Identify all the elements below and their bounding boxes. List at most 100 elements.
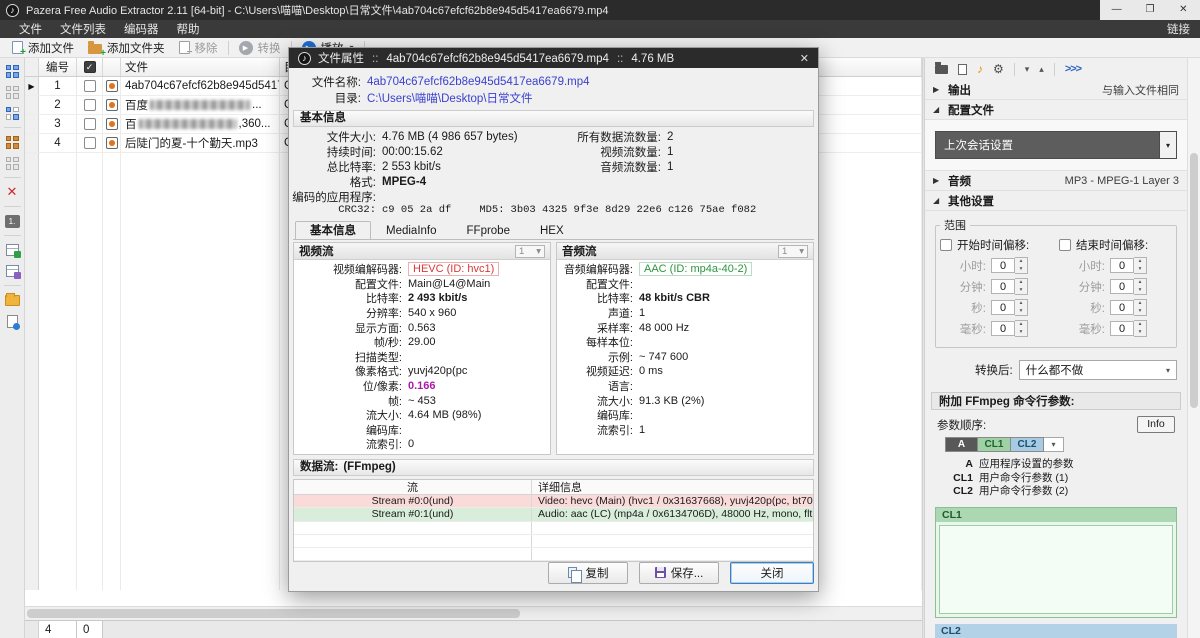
invert-selection-button[interactable] bbox=[3, 104, 22, 122]
chevron-down-icon[interactable]: ▾ bbox=[1025, 64, 1030, 75]
section-other[interactable]: ◢ 其他设置 bbox=[925, 191, 1187, 211]
check-group-button[interactable] bbox=[3, 133, 22, 151]
row-checkbox[interactable] bbox=[84, 80, 96, 92]
spin-up-icon[interactable]: ▴ bbox=[1015, 300, 1027, 308]
file-name-link[interactable]: 4ab704c67efcf62b8e945d5417ea6679.mp4 bbox=[367, 76, 590, 88]
row-checkbox[interactable] bbox=[84, 99, 96, 111]
stream-table-row[interactable]: Stream #0:1(und)Audio: aac (LC) (mp4a / … bbox=[294, 508, 813, 522]
info-button[interactable]: Info bbox=[1137, 416, 1175, 433]
row-checkbox[interactable] bbox=[84, 118, 96, 130]
open-folder-button[interactable] bbox=[3, 291, 22, 309]
spin-up-icon[interactable]: ▴ bbox=[1134, 300, 1146, 308]
spin-up-icon[interactable]: ▴ bbox=[1015, 279, 1027, 287]
minimize-button[interactable]: — bbox=[1100, 0, 1133, 20]
spinner-buttons[interactable]: ▴▾ bbox=[1015, 320, 1028, 337]
audio-stream-selector[interactable]: 1▾ bbox=[778, 245, 808, 258]
copy-button[interactable]: 复制 bbox=[548, 562, 628, 584]
spinner-buttons[interactable]: ▴▾ bbox=[1015, 299, 1028, 316]
spin-up-icon[interactable]: ▴ bbox=[1015, 321, 1027, 329]
convert-button[interactable]: ▶ 转换 bbox=[232, 39, 288, 57]
header-checkbox[interactable]: ✓ bbox=[84, 61, 96, 73]
horizontal-scrollbar[interactable] bbox=[25, 606, 922, 620]
menu-file[interactable]: 文件 bbox=[10, 21, 51, 37]
scrollbar-thumb[interactable] bbox=[1190, 153, 1198, 408]
spinner-buttons[interactable]: ▴▾ bbox=[1134, 278, 1147, 295]
section-output[interactable]: ▶ 输出 与输入文件相同 bbox=[925, 80, 1187, 100]
spin-down-icon[interactable]: ▾ bbox=[1134, 266, 1146, 274]
video-stream-selector[interactable]: 1▾ bbox=[515, 245, 545, 258]
gear-icon[interactable]: ⚙ bbox=[993, 62, 1004, 76]
spinner-buttons[interactable]: ▴▾ bbox=[1015, 278, 1028, 295]
file-dir-link[interactable]: C:\Users\喵喵\Desktop\日常文件 bbox=[367, 90, 533, 106]
scrollbar-thumb[interactable] bbox=[27, 609, 520, 618]
remove-files-button[interactable]: ✕ bbox=[3, 183, 22, 201]
menu-links[interactable]: 链接 bbox=[1167, 21, 1190, 37]
after-convert-select[interactable]: 什么都不做 ▾ bbox=[1019, 360, 1177, 380]
menu-file-list[interactable]: 文件列表 bbox=[51, 21, 115, 37]
spin-down-icon[interactable]: ▾ bbox=[1015, 308, 1027, 316]
spinner-value[interactable]: 0 bbox=[1110, 321, 1134, 336]
vertical-scrollbar[interactable] bbox=[1187, 58, 1200, 638]
dropdown-arrow-icon[interactable]: ▾ bbox=[1159, 132, 1176, 158]
spin-up-icon[interactable]: ▴ bbox=[1134, 321, 1146, 329]
add-files-button[interactable]: + 添加文件 bbox=[5, 39, 81, 57]
file-properties-button[interactable] bbox=[3, 312, 22, 330]
spin-down-icon[interactable]: ▾ bbox=[1134, 308, 1146, 316]
deselect-all-button[interactable] bbox=[3, 83, 22, 101]
spinner-value[interactable]: 0 bbox=[1110, 258, 1134, 273]
section-profile[interactable]: ◢ 配置文件 bbox=[925, 100, 1187, 120]
tab-mediainfo[interactable]: MediaInfo bbox=[371, 221, 452, 239]
spin-up-icon[interactable]: ▴ bbox=[1134, 279, 1146, 287]
expand-all-icon[interactable]: >>> bbox=[1065, 63, 1081, 75]
segment-cl2[interactable]: CL2 bbox=[1011, 437, 1044, 452]
section-audio[interactable]: ▶ 音频 MP3 - MPEG-1 Layer 3 bbox=[925, 171, 1187, 191]
spin-down-icon[interactable]: ▾ bbox=[1015, 329, 1027, 337]
remove-button[interactable]: − 移除 bbox=[172, 39, 225, 57]
folder-icon[interactable] bbox=[935, 65, 948, 74]
menu-encoders[interactable]: 编码器 bbox=[115, 21, 168, 37]
tab-hex[interactable]: HEX bbox=[525, 221, 579, 239]
spinner-buttons[interactable]: ▴▾ bbox=[1015, 257, 1028, 274]
spinner-value[interactable]: 0 bbox=[1110, 279, 1134, 294]
menu-help[interactable]: 帮助 bbox=[168, 21, 209, 37]
music-note-icon[interactable]: ♪ bbox=[977, 62, 983, 76]
uncheck-group-button[interactable] bbox=[3, 154, 22, 172]
stream-table-row[interactable]: Stream #0:0(und)Video: hevc (Main) (hvc1… bbox=[294, 495, 813, 509]
chevron-up-icon[interactable]: ▴ bbox=[1039, 64, 1044, 75]
save-button[interactable]: 保存... bbox=[639, 562, 719, 584]
spinner-value[interactable]: 0 bbox=[991, 258, 1015, 273]
spinner-buttons[interactable]: ▴▾ bbox=[1134, 257, 1147, 274]
maximize-button[interactable]: ❐ bbox=[1133, 0, 1166, 20]
segment-dropdown[interactable]: ▾ bbox=[1044, 437, 1064, 452]
tab-ffprobe[interactable]: FFprobe bbox=[452, 221, 525, 239]
export-list-button[interactable] bbox=[3, 241, 22, 259]
spin-up-icon[interactable]: ▴ bbox=[1015, 258, 1027, 266]
close-button[interactable]: ✕ bbox=[1167, 0, 1200, 20]
spinner-value[interactable]: 0 bbox=[991, 279, 1015, 294]
spin-up-icon[interactable]: ▴ bbox=[1134, 258, 1146, 266]
spinner-buttons[interactable]: ▴▾ bbox=[1134, 320, 1147, 337]
segment-cl1[interactable]: CL1 bbox=[978, 437, 1011, 452]
document-icon[interactable] bbox=[958, 64, 967, 75]
column-number[interactable]: 编号 bbox=[39, 58, 77, 76]
tab-basic-info[interactable]: 基本信息 bbox=[295, 221, 371, 239]
spin-down-icon[interactable]: ▾ bbox=[1134, 329, 1146, 337]
dialog-close-button[interactable]: ✕ bbox=[800, 52, 809, 65]
select-all-button[interactable] bbox=[3, 62, 22, 80]
profile-select[interactable]: 上次会话设置 ▾ bbox=[935, 131, 1177, 159]
spinner-value[interactable]: 0 bbox=[991, 321, 1015, 336]
add-folder-button[interactable]: + 添加文件夹 bbox=[81, 39, 172, 57]
import-list-button[interactable] bbox=[3, 262, 22, 280]
column-checkbox[interactable]: ✓ bbox=[77, 58, 103, 76]
spinner-value[interactable]: 0 bbox=[991, 300, 1015, 315]
offset-checkbox[interactable] bbox=[940, 239, 952, 251]
spin-down-icon[interactable]: ▾ bbox=[1134, 287, 1146, 295]
row-checkbox[interactable] bbox=[84, 137, 96, 149]
spinner-value[interactable]: 0 bbox=[1110, 300, 1134, 315]
segment-a[interactable]: A bbox=[945, 437, 978, 452]
dialog-titlebar[interactable]: ♪ 文件属性::4ab704c67efcf62b8e945d5417ea6679… bbox=[289, 48, 818, 68]
close-dialog-button[interactable]: 关闭 bbox=[730, 562, 814, 584]
spin-down-icon[interactable]: ▾ bbox=[1015, 266, 1027, 274]
cl1-textarea[interactable] bbox=[939, 525, 1173, 615]
column-file[interactable]: 文件 bbox=[121, 58, 280, 76]
